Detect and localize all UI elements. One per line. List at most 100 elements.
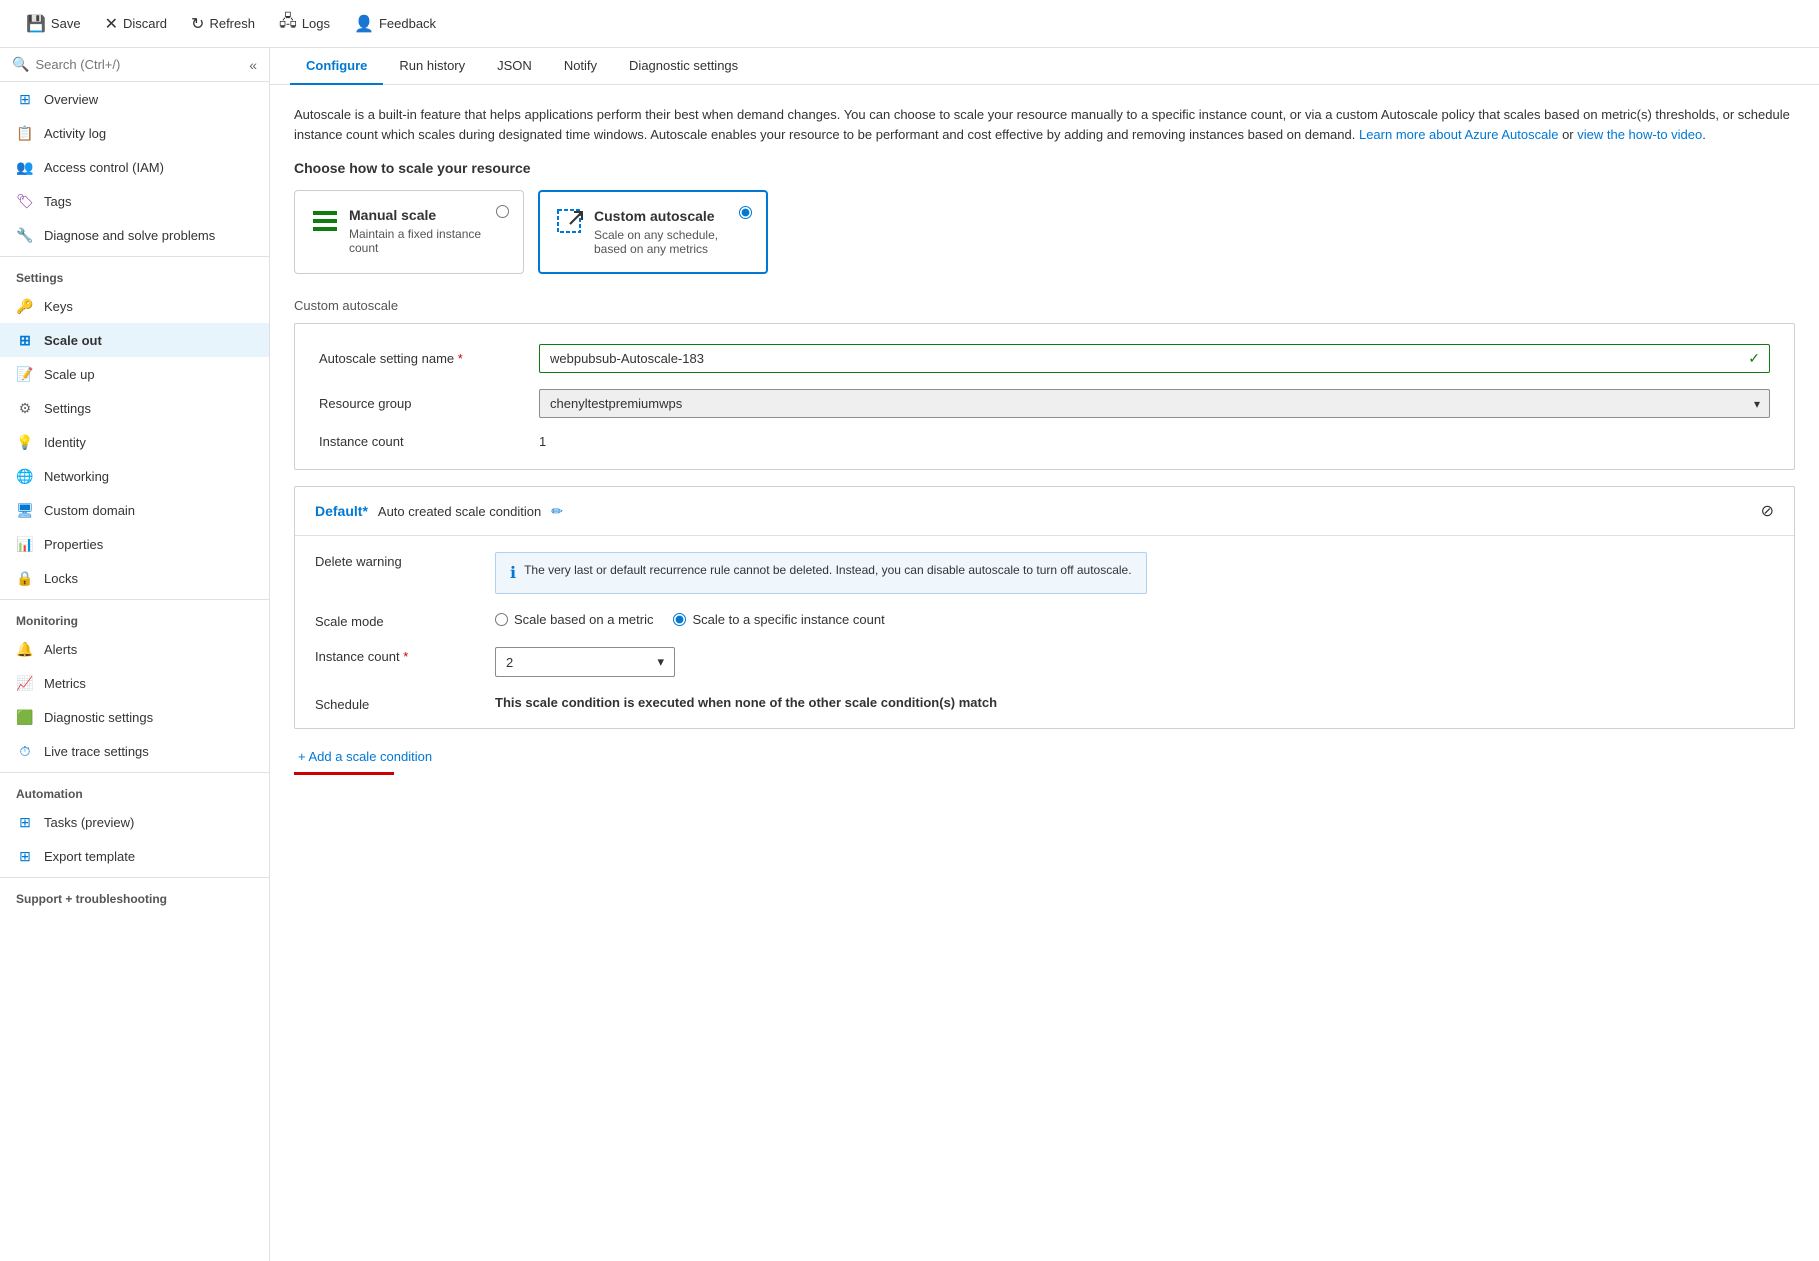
metrics-icon: 📈 xyxy=(16,674,34,692)
description-text: Autoscale is a built-in feature that hel… xyxy=(294,105,1795,144)
custom-autoscale-card[interactable]: Custom autoscale Scale on any schedule, … xyxy=(538,190,768,274)
search-input[interactable] xyxy=(35,57,243,72)
form-label-instance-count: Instance count xyxy=(319,434,519,449)
sidebar-item-properties[interactable]: 📊 Properties xyxy=(0,527,269,561)
collapse-icon[interactable]: « xyxy=(249,57,257,73)
monitoring-divider xyxy=(0,599,269,600)
condition-row-schedule: Schedule This scale condition is execute… xyxy=(315,695,1774,712)
scale-based-on-metric-option[interactable]: Scale based on a metric xyxy=(495,612,653,627)
logs-button[interactable]: 🖧 Logs xyxy=(269,6,340,41)
sidebar-item-locks[interactable]: 🔒 Locks xyxy=(0,561,269,595)
manual-scale-card[interactable]: Manual scale Maintain a fixed instance c… xyxy=(294,190,524,274)
sidebar-item-tags[interactable]: 🏷 Tags xyxy=(0,184,269,218)
resource-group-dropdown-icon: ▾ xyxy=(1754,397,1760,411)
scale-condition-panel: Default* Auto created scale condition ✏ … xyxy=(294,486,1795,729)
save-icon: 💾 xyxy=(26,14,46,34)
condition-body: Delete warning ℹ The very last or defaul… xyxy=(295,536,1794,728)
tab-notify[interactable]: Notify xyxy=(548,48,613,85)
sidebar-item-settings[interactable]: ⚙ Settings xyxy=(0,391,269,425)
sidebar-item-keys[interactable]: 🔑 Keys xyxy=(0,289,269,323)
autoscale-form-panel: Autoscale setting name * ✓ Resource grou… xyxy=(294,323,1795,470)
scale-metric-radio[interactable] xyxy=(495,613,508,626)
keys-icon: 🔑 xyxy=(16,297,34,315)
how-to-video-link[interactable]: view the how-to video xyxy=(1577,127,1702,142)
tabs-bar: Configure Run history JSON Notify Diagno… xyxy=(270,48,1819,85)
refresh-icon: ↻ xyxy=(191,14,204,34)
refresh-button[interactable]: ↻ Refresh xyxy=(181,10,265,38)
main-layout: 🔍 « ⊞ Overview 📋 Activity log 👥 Access c… xyxy=(0,48,1819,1261)
support-divider xyxy=(0,877,269,878)
condition-auto-created-label: Auto created scale condition xyxy=(378,504,541,519)
sidebar-item-alerts[interactable]: 🔔 Alerts xyxy=(0,632,269,666)
settings-divider xyxy=(0,256,269,257)
condition-default-label: Default* xyxy=(315,503,368,519)
sidebar: 🔍 « ⊞ Overview 📋 Activity log 👥 Access c… xyxy=(0,48,270,1261)
manual-scale-radio[interactable] xyxy=(496,205,509,218)
condition-header: Default* Auto created scale condition ✏ … xyxy=(295,487,1794,536)
manual-scale-body: Manual scale Maintain a fixed instance c… xyxy=(349,207,507,255)
activity-log-icon: 📋 xyxy=(16,124,34,142)
networking-icon: 🌐 xyxy=(16,467,34,485)
access-control-icon: 👥 xyxy=(16,158,34,176)
support-section-title: Support + troubleshooting xyxy=(0,882,269,910)
feedback-button[interactable]: 👤 Feedback xyxy=(344,10,446,38)
form-row-resource-group: Resource group chenyltestpremiumwps ▾ xyxy=(319,389,1770,418)
diagnostic-settings-icon: 🟩 xyxy=(16,708,34,726)
sidebar-item-activity-log[interactable]: 📋 Activity log xyxy=(0,116,269,150)
valid-checkmark-icon: ✓ xyxy=(1748,350,1760,367)
settings-section-title: Settings xyxy=(0,261,269,289)
sidebar-item-networking[interactable]: 🌐 Networking xyxy=(0,459,269,493)
instance-count-dropdown[interactable]: 2 ▾ xyxy=(495,647,675,677)
sidebar-item-access-control[interactable]: 👥 Access control (IAM) xyxy=(0,150,269,184)
toolbar: 💾 Save ✕ Discard ↻ Refresh 🖧 Logs 👤 Feed… xyxy=(0,0,1819,48)
custom-autoscale-title: Custom autoscale xyxy=(594,208,750,224)
manual-scale-desc: Maintain a fixed instance count xyxy=(349,227,507,255)
sidebar-item-diagnostic-settings[interactable]: 🟩 Diagnostic settings xyxy=(0,700,269,734)
sidebar-item-tasks[interactable]: ⊞ Tasks (preview) xyxy=(0,805,269,839)
tab-diagnostic-settings[interactable]: Diagnostic settings xyxy=(613,48,754,85)
export-template-icon: ⊞ xyxy=(16,847,34,865)
tab-run-history[interactable]: Run history xyxy=(383,48,481,85)
scale-to-specific-count-option[interactable]: Scale to a specific instance count xyxy=(673,612,884,627)
sidebar-item-metrics[interactable]: 📈 Metrics xyxy=(0,666,269,700)
instance-dropdown-arrow-icon: ▾ xyxy=(657,654,664,670)
sidebar-item-scale-out[interactable]: ⊞ Scale out xyxy=(0,323,269,357)
tasks-icon: ⊞ xyxy=(16,813,34,831)
custom-autoscale-icon xyxy=(556,208,584,242)
search-icon: 🔍 xyxy=(12,56,29,73)
autoscale-name-input[interactable] xyxy=(539,344,1770,373)
add-scale-condition-link[interactable]: + Add a scale condition xyxy=(294,745,1795,764)
save-button[interactable]: 💾 Save xyxy=(16,10,91,38)
manual-scale-radio-container xyxy=(496,205,509,221)
sidebar-item-overview[interactable]: ⊞ Overview xyxy=(0,82,269,116)
sidebar-item-custom-domain[interactable]: 🖥 Custom domain xyxy=(0,493,269,527)
form-row-instance-count: Instance count 1 xyxy=(319,434,1770,449)
tab-configure[interactable]: Configure xyxy=(290,48,383,85)
properties-icon: 📊 xyxy=(16,535,34,553)
live-trace-icon: ⏱ xyxy=(16,742,34,760)
tab-json[interactable]: JSON xyxy=(481,48,548,85)
sidebar-item-diagnose[interactable]: 🔧 Diagnose and solve problems xyxy=(0,218,269,252)
autoscale-section-label: Custom autoscale xyxy=(294,298,1795,313)
condition-edit-icon[interactable]: ✏ xyxy=(551,503,563,520)
custom-autoscale-radio-container xyxy=(739,206,752,222)
condition-delete-icon[interactable]: ⊘ xyxy=(1761,501,1774,521)
learn-more-link[interactable]: Learn more about Azure Autoscale xyxy=(1359,127,1558,142)
condition-row-instance-count: Instance count * 2 ▾ xyxy=(315,647,1774,677)
schedule-label: Schedule xyxy=(315,695,475,712)
custom-autoscale-radio[interactable] xyxy=(739,206,752,219)
scale-specific-radio[interactable] xyxy=(673,613,686,626)
resource-group-select[interactable]: chenyltestpremiumwps xyxy=(539,389,1770,418)
custom-autoscale-body: Custom autoscale Scale on any schedule, … xyxy=(594,208,750,256)
sidebar-item-identity[interactable]: 💡 Identity xyxy=(0,425,269,459)
discard-button[interactable]: ✕ Discard xyxy=(95,10,177,38)
form-label-resource-group: Resource group xyxy=(319,396,519,411)
sidebar-item-live-trace[interactable]: ⏱ Live trace settings xyxy=(0,734,269,768)
sidebar-item-export-template[interactable]: ⊞ Export template xyxy=(0,839,269,873)
schedule-text: This scale condition is executed when no… xyxy=(495,695,997,710)
discard-icon: ✕ xyxy=(105,14,118,34)
condition-instance-count-label: Instance count * xyxy=(315,647,475,664)
delete-warning-info-box: ℹ The very last or default recurrence ru… xyxy=(495,552,1147,594)
sidebar-item-scale-up[interactable]: 📝 Scale up xyxy=(0,357,269,391)
scale-mode-label: Scale mode xyxy=(315,612,475,629)
